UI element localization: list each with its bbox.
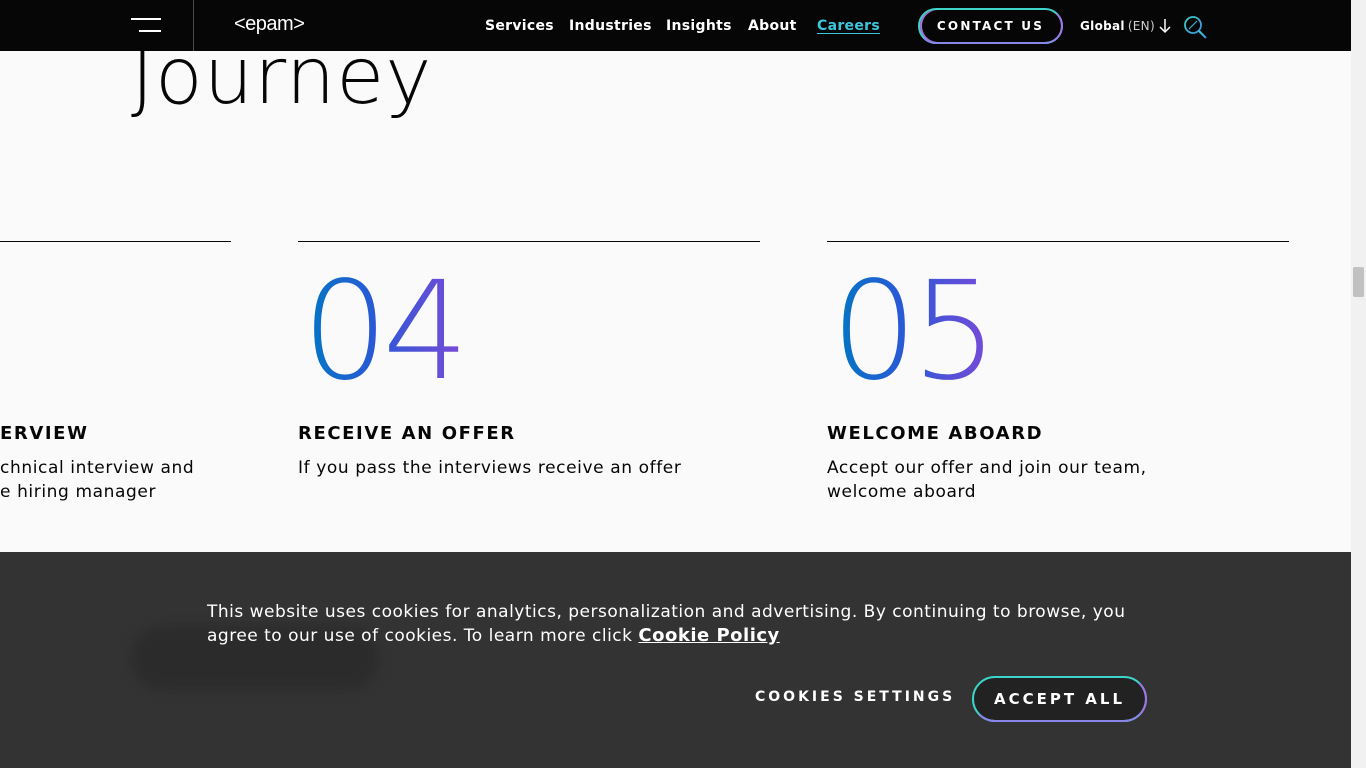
search-icon[interactable] <box>1182 14 1208 40</box>
accept-all-button[interactable]: ACCEPT ALL <box>972 676 1147 722</box>
cookies-settings-button[interactable]: COOKIES SETTINGS <box>755 689 955 705</box>
step-number: 05 <box>831 253 998 411</box>
language-region: Global <box>1080 19 1125 33</box>
contact-us-button[interactable]: CONTACT US <box>918 8 1063 44</box>
nav-industries[interactable]: Industries <box>569 18 652 34</box>
cookie-message: This website uses cookies for analytics,… <box>207 600 1167 648</box>
nav-insights[interactable]: Insights <box>666 18 732 34</box>
step-number: 04 <box>302 253 469 411</box>
language-selector[interactable]: Global (EN) <box>1080 19 1155 33</box>
arrow-down-icon[interactable] <box>1158 17 1172 35</box>
step-title: WELCOME ABOARD <box>827 423 1044 444</box>
step-description: If you pass the interviews receive an of… <box>298 458 682 478</box>
nav-services[interactable]: Services <box>485 18 554 34</box>
nav-careers[interactable]: Careers <box>817 18 880 34</box>
step-description: chnical interview and e hiring manager <box>0 458 195 502</box>
step-divider <box>0 241 231 242</box>
cookie-policy-link[interactable]: Cookie Policy <box>638 625 779 646</box>
step-description: Accept our offer and join our team, welc… <box>827 458 1147 502</box>
language-code: (EN) <box>1127 19 1155 33</box>
nav-about[interactable]: About <box>748 18 797 34</box>
scrollbar-track[interactable] <box>1351 0 1366 768</box>
scrollbar-thumb[interactable] <box>1353 267 1364 297</box>
section-heading: Journey <box>131 32 433 122</box>
step-title: ERVIEW <box>0 423 89 444</box>
step-divider <box>298 241 760 242</box>
step-title: RECEIVE AN OFFER <box>298 423 516 444</box>
step-divider <box>827 241 1289 242</box>
